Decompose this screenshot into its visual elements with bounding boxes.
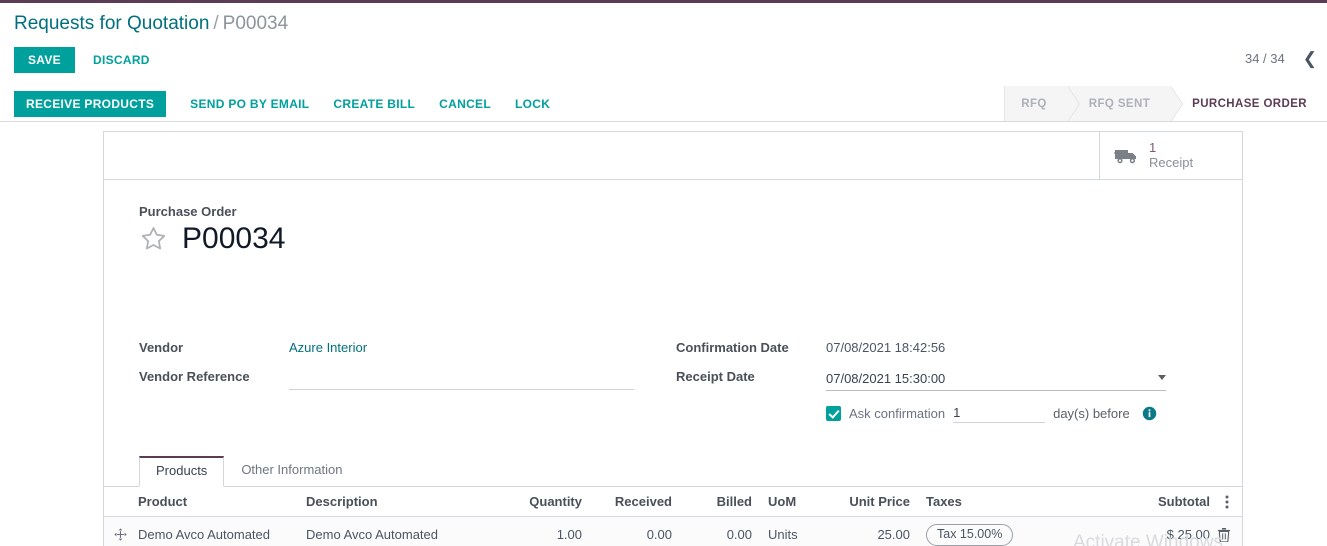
discard-button[interactable]: DISCARD xyxy=(89,47,154,73)
tab-other-information[interactable]: Other Information xyxy=(224,455,359,486)
field-receipt-date-label: Receipt Date xyxy=(676,369,755,384)
field-vendor-label: Vendor xyxy=(139,340,184,355)
cell-uom[interactable]: Units xyxy=(760,516,826,546)
record-title-line: P00034 xyxy=(139,224,285,254)
pager: 34 / 34 ❮ xyxy=(1245,50,1321,67)
create-bill-button[interactable]: CREATE BILL xyxy=(321,91,427,117)
send-po-by-email-button[interactable]: SEND PO BY EMAIL xyxy=(178,91,321,117)
chevron-left-icon[interactable]: ❮ xyxy=(1299,50,1321,67)
breadcrumb: Requests for Quotation / P00034 xyxy=(14,10,288,38)
stat-button-bar: 1 Receipt xyxy=(104,132,1242,180)
field-confirmation-date-value: 07/08/2021 18:42:56 xyxy=(826,340,946,355)
col-description: Description xyxy=(298,487,510,517)
breadcrumb-separator: / xyxy=(213,13,219,34)
form-sheet: 1 Receipt Purchase Order P00034 Vendor A… xyxy=(103,131,1243,546)
vertical-dots-icon[interactable] xyxy=(1225,495,1229,509)
odoo-purchase-order-page: Requests for Quotation / P00034 SAVE DISCA… xyxy=(0,0,1327,546)
info-circle-icon[interactable] xyxy=(1142,406,1157,421)
page-title: P00034 xyxy=(182,222,286,255)
receive-products-button[interactable]: RECEIVE PRODUCTS xyxy=(14,91,167,117)
col-product: Product xyxy=(130,487,298,517)
status-stage-purchase-order[interactable]: PURCHASE ORDER xyxy=(1170,86,1327,121)
action-buttons: RECEIVE PRODUCTS SEND PO BY EMAIL CREATE… xyxy=(14,86,562,122)
field-receipt-date: Receipt Date xyxy=(676,367,1176,392)
cell-subtotal: $ 25.00 xyxy=(1128,516,1218,546)
status-bar: RFQ RFQ SENT PURCHASE ORDER xyxy=(1004,86,1327,121)
ask-confirmation-checkbox[interactable] xyxy=(826,406,841,421)
tax-badge: Tax 15.00% xyxy=(926,524,1014,546)
status-stage-rfq[interactable]: RFQ xyxy=(1005,86,1081,121)
field-vendor-value[interactable]: Azure Interior xyxy=(289,338,634,355)
top-accent-bar xyxy=(0,0,1327,3)
col-handle xyxy=(104,487,130,517)
field-vendor: Vendor Azure Interior xyxy=(139,338,634,363)
order-lines-table: Product Description Quantity Received Bi… xyxy=(104,487,1242,546)
receipt-date-input[interactable] xyxy=(826,369,1166,391)
status-stage-rfq-sent[interactable]: RFQ SENT xyxy=(1066,86,1184,121)
breadcrumb-current: P00034 xyxy=(222,13,289,34)
field-group-left: Vendor Azure Interior Vendor Reference xyxy=(139,338,634,392)
row-drag-handle[interactable] xyxy=(104,516,130,546)
cell-quantity[interactable]: 1.00 xyxy=(510,516,590,546)
table-header-row: Product Description Quantity Received Bi… xyxy=(104,487,1242,517)
field-group-right: Confirmation Date 07/08/2021 18:42:56 Re… xyxy=(676,338,1176,423)
col-received: Received xyxy=(590,487,680,517)
field-confirmation-date-label: Confirmation Date xyxy=(676,340,789,355)
cancel-button[interactable]: CANCEL xyxy=(427,91,503,117)
truck-icon xyxy=(1114,150,1136,164)
chevron-down-icon[interactable] xyxy=(1158,375,1166,380)
cell-unit-price[interactable]: 25.00 xyxy=(826,516,918,546)
col-options xyxy=(1218,487,1242,517)
pager-count: 34 / 34 xyxy=(1244,51,1285,66)
table-row[interactable]: Demo Avco Automated Demo Avco Automated … xyxy=(104,516,1242,546)
cell-taxes[interactable]: Tax 15.00% xyxy=(918,516,1128,546)
trash-icon[interactable] xyxy=(1218,527,1230,542)
ask-confirmation-label: Ask confirmation xyxy=(849,406,946,421)
record-controls: SAVE DISCARD xyxy=(14,47,154,73)
lock-button[interactable]: LOCK xyxy=(503,91,562,117)
col-billed: Billed xyxy=(680,487,760,517)
receipt-stat-button[interactable]: 1 Receipt xyxy=(1099,132,1242,179)
ask-confirmation-row: Ask confirmation day(s) before xyxy=(676,404,1176,423)
ask-confirmation-suffix: day(s) before xyxy=(1053,406,1130,421)
drag-handle-icon[interactable] xyxy=(114,528,127,542)
cell-received[interactable]: 0.00 xyxy=(590,516,680,546)
receipt-label: Receipt xyxy=(1149,154,1194,170)
col-subtotal: Subtotal xyxy=(1128,487,1218,517)
receipt-count: 1 xyxy=(1149,139,1157,155)
field-vendor-reference-label: Vendor Reference xyxy=(139,369,250,384)
notebook: Products Other Information Product Descr… xyxy=(104,456,1242,546)
ask-confirmation-days-input[interactable] xyxy=(953,404,1046,423)
cell-product[interactable]: Demo Avco Automated xyxy=(130,516,298,546)
notebook-tabs: Products Other Information xyxy=(104,456,1242,487)
vendor-reference-input[interactable] xyxy=(289,369,634,390)
cell-description[interactable]: Demo Avco Automated xyxy=(298,516,510,546)
cell-billed[interactable]: 0.00 xyxy=(680,516,760,546)
star-outline-icon[interactable] xyxy=(139,225,168,253)
col-taxes: Taxes xyxy=(918,487,1128,517)
col-uom: UoM xyxy=(760,487,826,517)
record-kind-label: Purchase Order xyxy=(139,204,237,219)
field-confirmation-date: Confirmation Date 07/08/2021 18:42:56 xyxy=(676,338,1176,363)
col-quantity: Quantity xyxy=(510,487,590,517)
tab-products[interactable]: Products xyxy=(139,456,225,487)
breadcrumb-root[interactable]: Requests for Quotation xyxy=(14,13,209,34)
col-unit-price: Unit Price xyxy=(826,487,918,517)
field-vendor-reference: Vendor Reference xyxy=(139,367,634,392)
save-button[interactable]: SAVE xyxy=(14,47,75,73)
cell-delete[interactable] xyxy=(1218,516,1242,546)
